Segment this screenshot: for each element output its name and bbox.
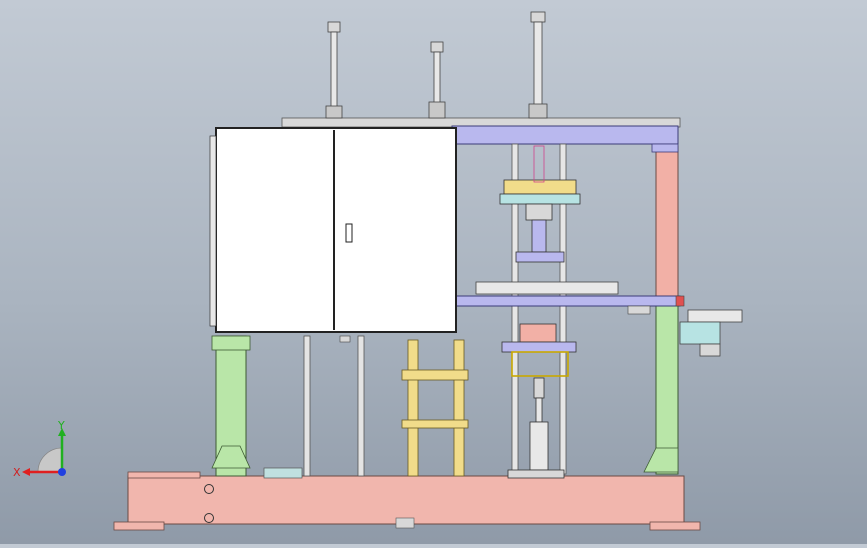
top-cylinders <box>325 11 548 119</box>
cad-viewport[interactable]: Y X <box>0 0 867 544</box>
x-axis-label: X <box>13 466 21 479</box>
coordinate-triad: Y X <box>13 420 66 479</box>
assembly-drawing <box>113 11 743 531</box>
y-axis-label: Y <box>57 420 65 432</box>
electrical-cabinet <box>209 127 457 343</box>
yellow-posts <box>401 339 469 477</box>
left-support-leg <box>211 335 251 477</box>
base-frame <box>113 467 701 531</box>
middle-platform <box>453 281 685 315</box>
support-columns <box>303 335 365 477</box>
side-actuator <box>679 309 743 357</box>
